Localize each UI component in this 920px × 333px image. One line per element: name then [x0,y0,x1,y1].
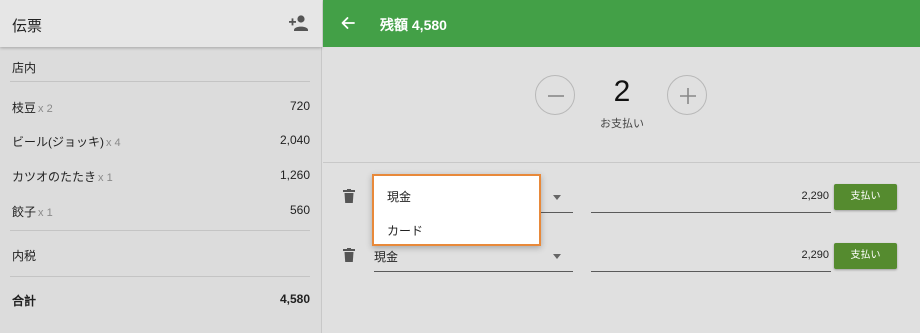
item-name: ビール(ジョッキ) [12,135,104,149]
total-label: 合計 [12,294,37,308]
amount-value: 2,290 [801,249,829,261]
split-count: 2 [613,75,631,108]
split-count-label: お支払い [600,118,644,130]
trash-icon[interactable] [343,189,355,203]
item-price: 2,040 [279,133,310,147]
chevron-down-icon [553,254,561,259]
section-label: 店内 [12,61,37,75]
item-name: カツオのたたき [12,170,97,184]
list-item: 枝豆 x 2 720 [12,99,310,119]
payment-method-value: 現金 [374,250,399,264]
total-row: 合計 4,580 [12,292,310,309]
item-name: 餃子 [12,205,37,219]
total-value: 4,580 [279,292,310,306]
amount-value: 2,290 [801,190,829,202]
divider [10,81,310,82]
list-item: ビール(ジョッキ) x 4 2,040 [12,133,310,153]
payment-method-select[interactable]: 現金 [374,242,573,272]
pay-button[interactable]: 支払い [834,243,897,269]
app-bar: 残額 4,580 [323,0,920,47]
amount-field[interactable]: 2,290 [591,183,831,213]
item-name: 枝豆 [12,101,37,115]
receipt-header: 伝票 [0,0,322,47]
item-qty: x 4 [106,137,121,149]
split-count-stepper: 2 お支払い [323,47,920,163]
plus-icon [680,88,696,104]
person-add-icon[interactable] [288,13,310,33]
chevron-down-icon [553,195,561,200]
trash-icon[interactable] [343,248,355,262]
item-price: 1,260 [279,168,310,182]
item-price: 720 [289,99,310,113]
receipt-panel: 伝票 店内 枝豆 x 2 720 ビール(ジョッキ) x 4 2,040 カツオのた… [0,0,322,333]
item-qty: x 1 [38,207,53,219]
receipt-title: 伝票 [12,18,43,35]
divider [10,276,310,277]
minus-icon [548,95,564,97]
list-item: 餃子 x 1 560 [12,203,310,223]
list-item: カツオのたたき x 1 1,260 [12,168,310,188]
item-qty: x 2 [38,103,53,115]
divider [10,230,310,231]
tax-label: 内税 [12,249,37,263]
decrement-button[interactable] [535,75,575,115]
menu-item-card[interactable]: カード [387,222,423,239]
amount-field[interactable]: 2,290 [591,242,831,272]
increment-button[interactable] [667,75,707,115]
pay-button[interactable]: 支払い [834,184,897,210]
item-qty: x 1 [98,172,113,184]
payment-method-menu: 現金 カード [372,174,541,246]
arrow-back-icon[interactable] [339,14,357,32]
item-price: 560 [289,203,310,217]
menu-item-cash[interactable]: 現金 [387,188,411,205]
remaining-title: 残額 4,580 [380,17,447,33]
